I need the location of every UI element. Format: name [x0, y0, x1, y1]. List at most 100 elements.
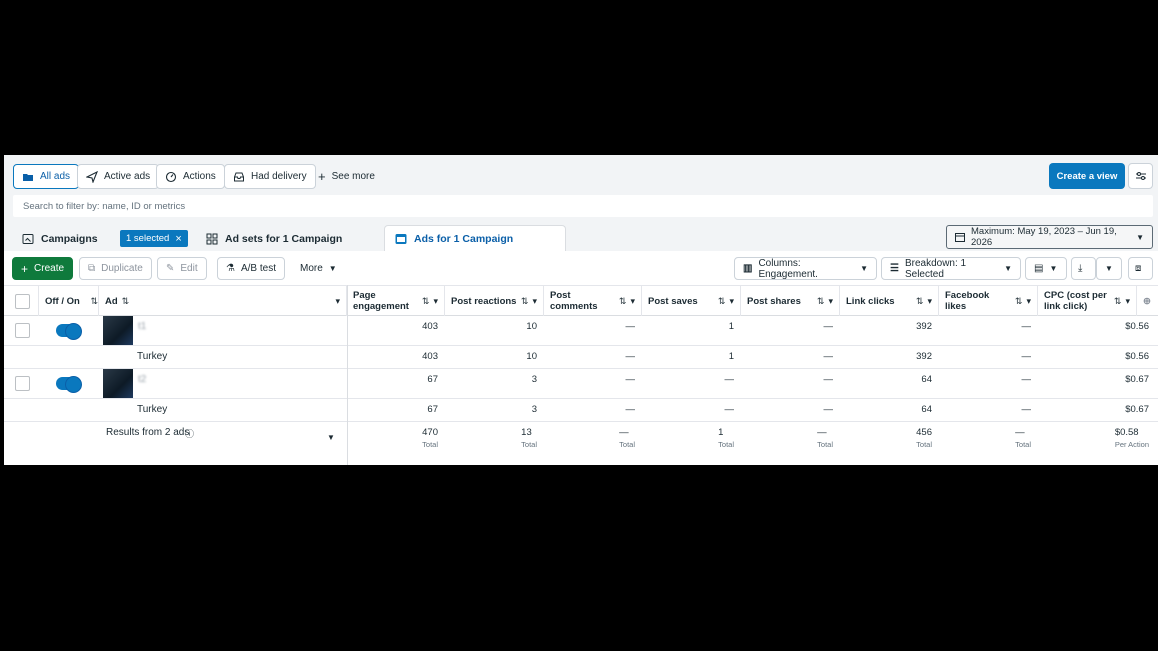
- row-checkbox[interactable]: [15, 376, 30, 391]
- col-ad[interactable]: Ad ⇅ ▾: [99, 286, 347, 316]
- all-ads-label: All ads: [40, 171, 71, 182]
- cell-page-engagement: 67: [427, 374, 438, 385]
- ab-test-label: A/B test: [240, 263, 276, 274]
- cell-facebook-likes: —: [1021, 351, 1032, 362]
- chevron-down-icon: ▾: [1026, 295, 1031, 306]
- tab-campaigns[interactable]: Campaigns: [22, 225, 98, 252]
- col-facebook-likes[interactable]: Facebook likes ⇅ ▾: [939, 286, 1038, 316]
- cell-link-clicks: 392: [916, 351, 932, 362]
- inbox-icon: [234, 172, 244, 181]
- ad-name[interactable]: t2: [138, 374, 146, 385]
- ad-toggle[interactable]: [56, 323, 82, 340]
- col-offon[interactable]: Off / On ⇅: [39, 286, 99, 316]
- chart-icon: ⧈: [1135, 263, 1142, 274]
- col-post-comments[interactable]: Post comments ⇅ ▾: [544, 286, 642, 316]
- create-button[interactable]: + Create: [12, 257, 74, 280]
- total-label: Total: [817, 440, 833, 449]
- add-column-icon[interactable]: ⊕: [1137, 286, 1158, 316]
- col-post-shares-label: Post shares: [747, 295, 801, 307]
- select-all-checkbox[interactable]: [15, 294, 30, 309]
- chevron-down-icon: ▾: [532, 295, 537, 306]
- see-more-filter[interactable]: + See more: [318, 164, 375, 189]
- cell-post-saves: 1: [728, 321, 734, 332]
- row-checkbox[interactable]: [15, 323, 30, 338]
- col-post-saves[interactable]: Post saves ⇅ ▾: [642, 286, 741, 316]
- total-post-comments-value: —: [619, 427, 629, 438]
- columns-dropdown[interactable]: ▥ Columns: Engagement. ▼: [734, 257, 877, 280]
- tab-ad-sets[interactable]: Ad sets for 1 Campaign: [206, 225, 342, 252]
- total-label: Total: [718, 440, 734, 449]
- cell-post-shares: —: [823, 351, 834, 362]
- ad-toggle[interactable]: [56, 376, 82, 393]
- chevron-down-icon: ▾: [433, 295, 438, 306]
- total-facebook-likes-value: —: [1015, 427, 1025, 438]
- cell-page-engagement: 67: [427, 404, 438, 415]
- actions-filter[interactable]: Actions: [156, 164, 225, 189]
- chevron-down-icon[interactable]: ▼: [327, 433, 335, 442]
- col-link-clicks-label: Link clicks: [846, 295, 895, 307]
- more-button[interactable]: More ▼: [292, 257, 345, 280]
- col-post-reactions[interactable]: Post reactions ⇅ ▾: [445, 286, 544, 316]
- cell-post-saves: —: [724, 374, 735, 385]
- cell-post-reactions: 10: [526, 351, 537, 362]
- edit-button[interactable]: ✎ Edit: [157, 257, 207, 280]
- create-view-button[interactable]: Create a view: [1049, 163, 1125, 189]
- total-link-clicks: 456 Total: [840, 422, 939, 465]
- duplicate-button[interactable]: ⧉ Duplicate: [79, 257, 152, 280]
- cell-link-clicks: 64: [921, 374, 932, 385]
- cell-facebook-likes: —: [1021, 321, 1032, 332]
- active-ads-filter[interactable]: Active ads: [77, 164, 160, 189]
- filter-bar: All ads Active ads Actions Had delivery …: [4, 155, 1158, 195]
- date-range-picker[interactable]: Maximum: May 19, 2023 – Jun 19, 2026 ▼: [946, 225, 1153, 249]
- ads-manager: All ads Active ads Actions Had delivery …: [4, 155, 1158, 465]
- total-facebook-likes: — Total: [939, 422, 1038, 465]
- cell-facebook-likes: —: [1021, 404, 1032, 415]
- info-icon[interactable]: ⓘ: [185, 427, 194, 440]
- total-post-comments: — Total: [544, 422, 642, 465]
- table-header: Off / On ⇅ Ad ⇅ ▾ Page engagement ⇅ ▾ Po…: [4, 285, 1158, 316]
- total-post-reactions: 13 Total: [445, 422, 544, 465]
- chevron-down-icon: ▾: [729, 295, 734, 306]
- sort-icon: ⇅: [816, 295, 825, 306]
- reports-dropdown[interactable]: ▤ ▼: [1025, 257, 1067, 280]
- ab-test-button[interactable]: ⚗ A/B test: [217, 257, 285, 280]
- col-post-shares[interactable]: Post shares ⇅ ▾: [741, 286, 840, 316]
- breakdown-dropdown[interactable]: ☰ Breakdown: 1 Selected ▼: [881, 257, 1021, 280]
- col-page-engagement[interactable]: Page engagement ⇅ ▾: [347, 286, 445, 316]
- total-post-saves: 1 Total: [642, 422, 741, 465]
- total-label: Total: [916, 440, 932, 449]
- table-row[interactable]: t1 403 10 — 1 — 392 — $0.56: [4, 316, 1158, 346]
- column-divider: [347, 285, 348, 465]
- tab-ads[interactable]: Ads for 1 Campaign: [384, 225, 566, 252]
- cell-post-comments: —: [625, 374, 636, 385]
- duplicate-icon: ⧉: [88, 263, 96, 274]
- chevron-down-icon: ▼: [1136, 232, 1144, 242]
- col-link-clicks[interactable]: Link clicks ⇅ ▾: [840, 286, 939, 316]
- breakdown-row: Turkey 403 10 — 1 — 392 — $0.56: [4, 346, 1158, 369]
- all-ads-filter[interactable]: All ads: [13, 164, 80, 189]
- ad-name[interactable]: t1: [138, 321, 146, 332]
- charts-button[interactable]: ⧈: [1128, 257, 1153, 280]
- selected-badge[interactable]: 1 selected ×: [120, 230, 188, 247]
- customize-view-button[interactable]: [1128, 163, 1153, 189]
- cell-post-comments: —: [625, 351, 636, 362]
- sort-icon: ⇅: [1014, 295, 1023, 306]
- cell-link-clicks: 64: [921, 404, 932, 415]
- chevron-down-icon: ▼: [860, 264, 868, 273]
- had-delivery-filter[interactable]: Had delivery: [224, 164, 316, 189]
- col-cpc[interactable]: CPC (cost per link click) ⇅ ▾: [1038, 286, 1137, 316]
- total-label: Total: [619, 440, 635, 449]
- sort-icon: ⇅: [618, 295, 627, 306]
- cell-post-shares: —: [823, 374, 834, 385]
- totals-row: Results from 2 ads ⓘ ▼ 470 Total 13 Total …: [4, 422, 1158, 465]
- export-button[interactable]: ⤓: [1071, 257, 1096, 280]
- total-post-shares-value: —: [817, 427, 827, 438]
- search-input[interactable]: Search to filter by: name, ID or metrics: [13, 195, 1153, 217]
- sort-icon: ⇅: [1113, 295, 1122, 306]
- export-dropdown[interactable]: ▼: [1096, 257, 1122, 280]
- close-icon[interactable]: ×: [175, 233, 181, 245]
- plus-icon: +: [21, 261, 29, 276]
- per-action-label: Per Action: [1114, 440, 1149, 449]
- col-post-saves-label: Post saves: [648, 295, 698, 307]
- table-row[interactable]: t2 67 3 — — — 64 — $0.67: [4, 369, 1158, 399]
